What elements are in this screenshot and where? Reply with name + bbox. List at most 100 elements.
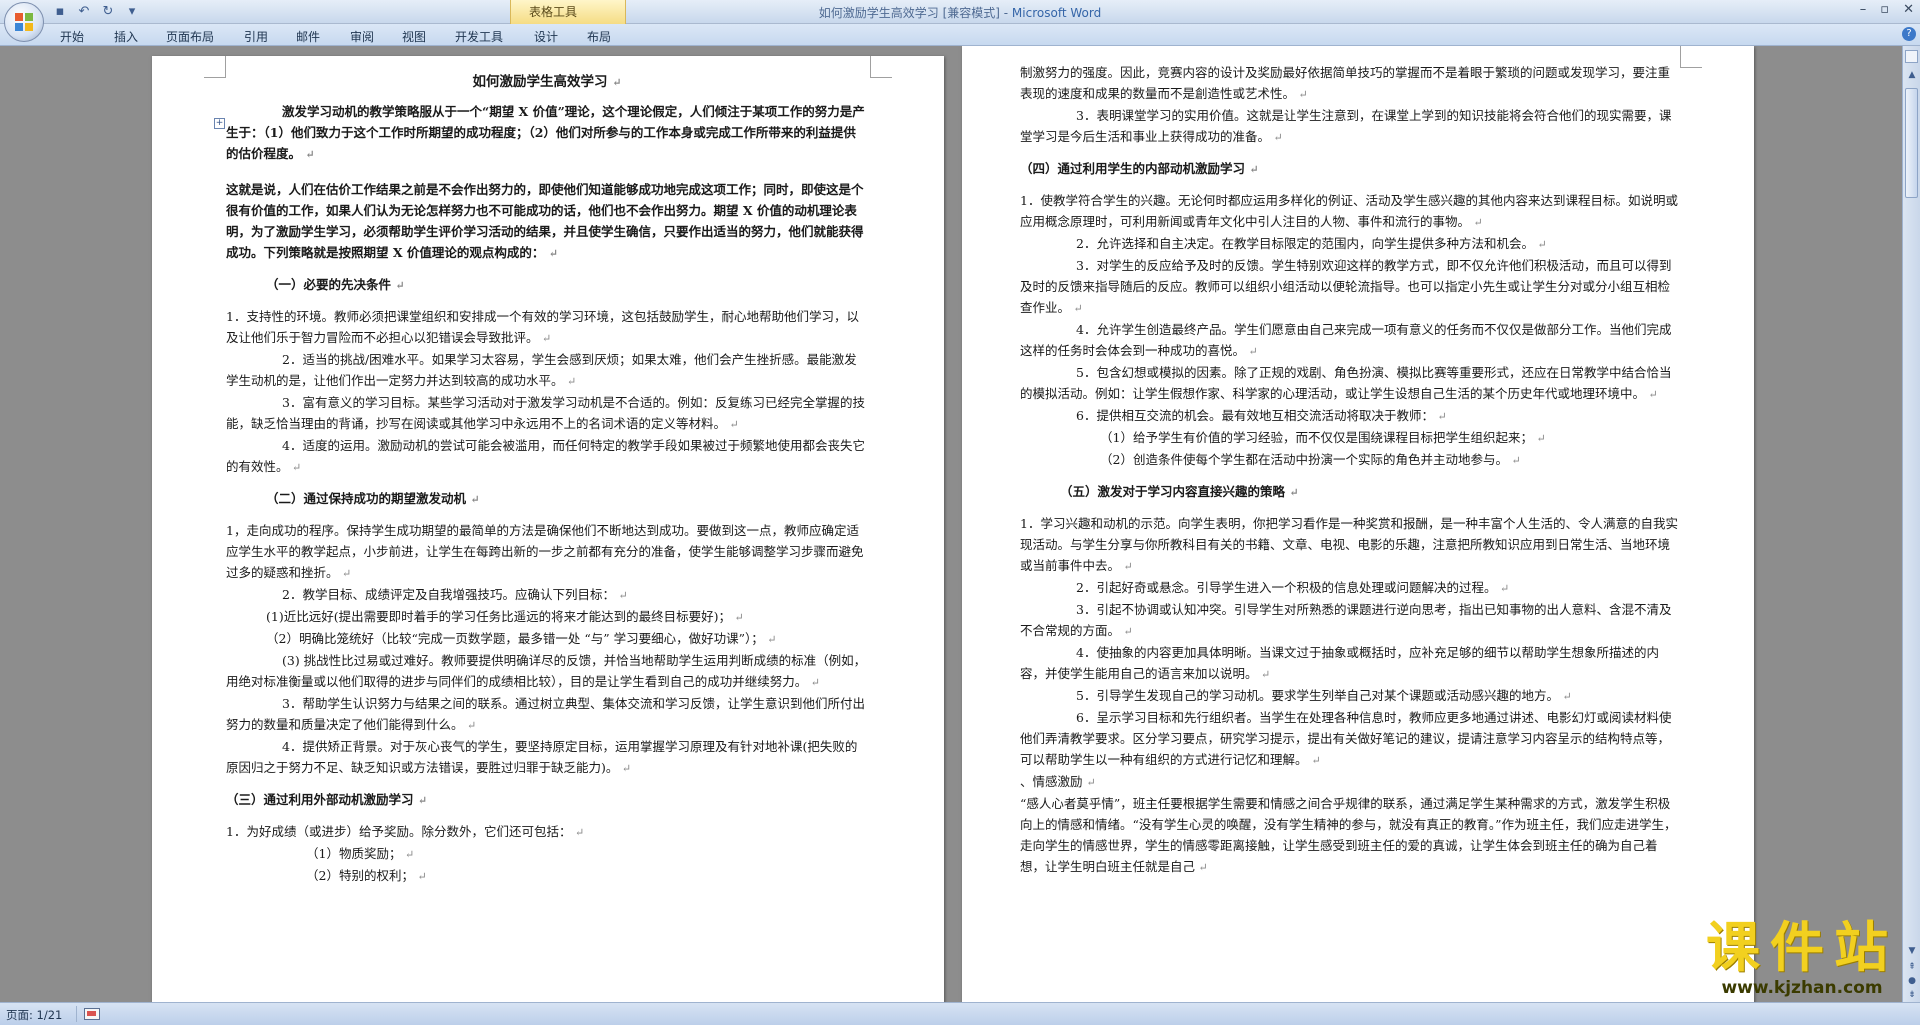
tab-page-layout[interactable]: 页面布局 — [166, 28, 214, 45]
paragraph: （2）特别的权利； ↵ — [226, 865, 868, 887]
paragraph: 1．为好成绩（或进步）给予奖励。除分数外，它们还可包括： ↵ — [226, 821, 868, 843]
scroll-up-icon[interactable]: ▲ — [1906, 70, 1918, 82]
paragraph: (1)近比远好(提出需要即时着手的学习任务比遥远的将来才能达到的最终目标要好)；… — [226, 606, 868, 628]
paragraph-mark-icon: ↵ — [1558, 690, 1572, 703]
view-ruler-icon[interactable] — [1905, 50, 1918, 63]
minimize-icon[interactable]: – — [1860, 2, 1867, 17]
paragraph: 3．表明课堂学习的实用价值。这就是让学生注意到，在课堂上学到的知识技能将会符合他… — [1020, 105, 1680, 148]
tab-review[interactable]: 审阅 — [350, 28, 374, 45]
paragraph: 2．允许选择和自主决定。在教学目标限定的范围内，向学生提供多种方法和机会。 ↵ — [1020, 233, 1680, 255]
paragraph: 、情感激励 ↵ — [1020, 771, 1680, 793]
paragraph-mark-icon: ↵ — [618, 762, 632, 775]
paragraph: 3．帮助学生认识努力与结果之间的联系。通过树立典型、集体交流和学习反馈，让学生意… — [226, 693, 868, 736]
page-left[interactable]: + 如何激励学生高效学习 ↵ 激发学习动机的教学策略服从于一个“期望 X 价值”理… — [152, 56, 944, 1002]
tab-developer[interactable]: 开发工具 — [455, 28, 503, 45]
close-icon[interactable]: ✕ — [1903, 2, 1914, 17]
paragraph: 5．引导学生发现自己的学习动机。要求学生列举自己对某个课题或活动感兴趣的地方。 … — [1020, 685, 1680, 707]
paragraph-text: (1)近比远好(提出需要即时着手的学习任务比遥远的将来才能达到的最终目标要好)； — [266, 609, 731, 624]
tab-design[interactable]: 设计 — [534, 28, 558, 45]
paragraph-mark-icon: ↵ — [338, 567, 352, 580]
paragraph-text: 5．包含幻想或模拟的因素。除了正规的戏剧、角色扮演、模拟比赛等重要形式，还应在日… — [1020, 365, 1672, 401]
paragraph-mark-icon: ↵ — [763, 633, 777, 646]
tab-references[interactable]: 引用 — [244, 28, 268, 45]
paragraph: 1．支持性的环境。教师必须把课堂组织和安排成一个有效的学习环境，这包括鼓励学生，… — [226, 306, 868, 349]
paragraph-text: 1．使教学符合学生的兴趣。无论何时都应运用多样化的例证、活动及学生感兴趣的其他内… — [1020, 193, 1678, 229]
paragraph-mark-icon: ↵ — [401, 848, 415, 861]
paragraph-text: 制激努力的强度。因此，竞赛内容的设计及奖励最好依据简单技巧的掌握而不是着眼于繁琐… — [1020, 65, 1671, 101]
page-right[interactable]: 制激努力的强度。因此，竞赛内容的设计及奖励最好依据简单技巧的掌握而不是着眼于繁琐… — [962, 46, 1754, 1002]
paragraph-text: （二）通过保持成功的期望激发动机 — [266, 491, 471, 506]
tab-layout[interactable]: 布局 — [587, 28, 611, 45]
paragraph-text: 2．教学目标、成绩评定及自我增强技巧。应确认下列目标： — [282, 587, 615, 602]
tab-insert[interactable]: 插入 — [114, 28, 138, 45]
watermark-logo: 课件站 www.kjzhan.com — [1706, 918, 1898, 999]
document-title: 如何激励学生高效学习 [兼容模式] - — [818, 6, 1012, 20]
paragraph: 2．适当的挑战/困难水平。如果学习太容易，学生会感到厌烦；如果太难，他们会产生挫… — [226, 349, 868, 392]
paragraph: 6．提供相互交流的机会。最有效地互相交流活动将取决于教师： ↵ — [1020, 405, 1680, 427]
paragraph-text: （四）通过利用学生的内部动机激励学习 — [1020, 161, 1250, 176]
page-number-indicator[interactable]: 页面: 1/21 — [6, 1007, 62, 1023]
paragraph: 4．允许学生创造最终产品。学生们愿意由自己来完成一项有意义的任务而不仅仅是做部分… — [1020, 319, 1680, 362]
paragraph-mark-icon: ↵ — [1070, 302, 1083, 315]
paragraph-text: (3) 挑战性比过易或过难好。教师要提供明确详尽的反馈，并恰当地帮助学生运用判断… — [226, 653, 867, 689]
paragraph-text: 2．允许选择和自主决定。在教学目标限定的范围内，向学生提供多种方法和机会。 — [1076, 236, 1534, 251]
office-button[interactable] — [4, 2, 44, 42]
window-title: 如何激励学生高效学习 [兼容模式] - Microsoft Word — [0, 4, 1920, 21]
proofing-icon[interactable] — [84, 1008, 100, 1020]
paragraph: （1）给予学生有价值的学习经验，而不仅仅是围绕课程目标把学生组织起来； ↵ — [1020, 427, 1680, 449]
tab-mailings[interactable]: 邮件 — [296, 28, 320, 45]
paragraph-mark-icon: ↵ — [1532, 432, 1546, 445]
paragraph-text: 激发学习动机的教学策略服从于一个“期望 X 价值”理论，这个理论假定，人们倾注于… — [226, 104, 865, 161]
paragraph-mark-icon: ↵ — [395, 279, 405, 292]
paragraph-text: 2．适当的挑战/困难水平。如果学习太容易，学生会感到厌烦；如果太难，他们会产生挫… — [226, 352, 857, 388]
table-move-handle-icon[interactable]: + — [214, 118, 225, 129]
scroll-down-icon[interactable]: ▼ — [1906, 946, 1918, 958]
paragraph-text: 3．富有意义的学习目标。某些学习活动对于激发学习动机是不合适的。例如：反复练习已… — [226, 395, 865, 431]
paragraph-mark-icon: ↵ — [1645, 388, 1658, 401]
paragraph: 2．引起好奇或悬念。引导学生进入一个积极的信息处理或问题解决的过程。 ↵ — [1020, 577, 1680, 599]
paragraph-text: 5．引导学生发现自己的学习动机。要求学生列举自己对某个课题或活动感兴趣的地方。 — [1076, 688, 1559, 703]
status-bar: 页面: 1/21 — [0, 1002, 1920, 1025]
paragraph-mark-icon: ↵ — [1195, 861, 1208, 874]
paragraph: （二）通过保持成功的期望激发动机 ↵ — [226, 488, 868, 510]
document-area: + 如何激励学生高效学习 ↵ 激发学习动机的教学策略服从于一个“期望 X 价值”理… — [0, 46, 1902, 1002]
paragraph: （一）必要的先决条件 ↵ — [226, 274, 868, 296]
paragraph: （1）物质奖励； ↵ — [226, 843, 868, 865]
paragraph-mark-icon: ↵ — [730, 611, 744, 624]
paragraph-mark-icon: ↵ — [1086, 776, 1096, 789]
paragraph: 激发学习动机的教学策略服从于一个“期望 X 价值”理论，这个理论假定，人们倾注于… — [226, 101, 868, 165]
paragraph-mark-icon: ↵ — [1257, 668, 1271, 681]
paragraph-text: 6．提供相互交流的机会。最有效地互相交流活动将取决于教师： — [1076, 408, 1434, 423]
paragraph-mark-icon: ↵ — [1120, 625, 1133, 638]
paragraph-mark-icon: ↵ — [1470, 216, 1483, 229]
window-controls: – ▫ ✕ — [1860, 2, 1914, 17]
paragraph-mark-icon: ↵ — [1249, 163, 1259, 176]
paragraph-mark-icon: ↵ — [538, 332, 552, 345]
previous-page-icon[interactable]: ⇞ — [1906, 962, 1918, 974]
scrollbar-thumb[interactable] — [1905, 88, 1918, 198]
office-logo-icon — [15, 13, 34, 32]
paragraph-mark-icon: ↵ — [1433, 410, 1447, 423]
paragraph: 5．包含幻想或模拟的因素。除了正规的戏剧、角色扮演、模拟比赛等重要形式，还应在日… — [1020, 362, 1680, 405]
browse-object-icon[interactable]: ● — [1906, 976, 1918, 988]
paragraph-text: 1．为好成绩（或进步）给予奖励。除分数外，它们还可包括： — [226, 824, 572, 839]
paragraph-mark-icon: ↵ — [1507, 454, 1521, 467]
paragraph-mark-icon: ↵ — [726, 418, 739, 431]
paragraph-text: （2）明确比笼统好（比较“完成一页数学题，最多错一处 “与” 学习要细心，做好功… — [266, 631, 764, 646]
app-name: Microsoft Word — [1011, 6, 1102, 20]
restore-icon[interactable]: ▫ — [1880, 2, 1889, 17]
paragraph-text: 1．学习兴趣和动机的示范。向学生表明，你把学习看作是一种奖赏和报酬，是一种丰富个… — [1020, 516, 1678, 573]
paragraph: 3．富有意义的学习目标。某些学习活动对于激发学习动机是不合适的。例如：反复练习已… — [226, 392, 868, 435]
paragraph-mark-icon: ↵ — [563, 375, 577, 388]
paragraph-text: 4．适度的运用。激励动机的尝试可能会被滥用，而任何特定的教学手段如果被过于频繁地… — [226, 438, 865, 474]
next-page-icon[interactable]: ⇟ — [1906, 990, 1918, 1002]
tab-view[interactable]: 视图 — [402, 28, 426, 45]
paragraph-mark-icon: ↵ — [1311, 754, 1321, 767]
help-icon[interactable]: ? — [1902, 27, 1916, 41]
paragraph-text: （五）激发对于学习内容直接兴趣的策略 — [1060, 484, 1290, 499]
paragraph: 这就是说，人们在估价工作结果之前是不会作出努力的，即使他们知道能够成功地完成这项… — [226, 179, 868, 264]
paragraph: 4．使抽象的内容更加具体明晰。当课文过于抽象或概括时，应补充足够的细节以帮助学生… — [1020, 642, 1680, 685]
vertical-scrollbar[interactable]: ▲ ▼ ⇞ ● ⇟ — [1902, 46, 1920, 1002]
tab-home[interactable]: 开始 — [60, 28, 84, 45]
paragraph-text: 3．表明课堂学习的实用价值。这就是让学生注意到，在课堂上学到的知识技能将会符合他… — [1020, 108, 1672, 144]
